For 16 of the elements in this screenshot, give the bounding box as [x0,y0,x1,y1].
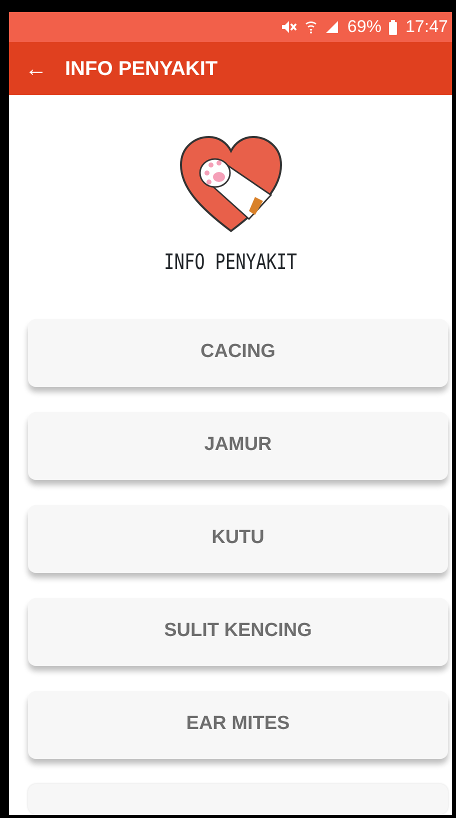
wifi-icon [305,20,318,34]
back-button[interactable]: ← [9,58,57,80]
signal-icon [325,20,340,34]
heart-paw-logo-icon [178,135,282,235]
battery-percent: 69% [347,16,382,38]
menu-button[interactable]: CACING [28,318,448,386]
mute-icon [281,20,298,34]
clock: 17:47 [405,16,448,38]
menu-button[interactable]: JAMUR [28,412,448,480]
menu-button[interactable]: EAR MITES [28,690,448,758]
menu-button[interactable]: KUTU [28,504,448,572]
battery-icon [389,20,398,34]
menu-button-partial[interactable] [28,784,448,814]
menu-button[interactable]: SULIT KENCING [28,598,448,666]
app-bar-title: INFO PENYAKIT [65,56,218,82]
logo-caption: INFO PENYAKIT [164,249,298,278]
